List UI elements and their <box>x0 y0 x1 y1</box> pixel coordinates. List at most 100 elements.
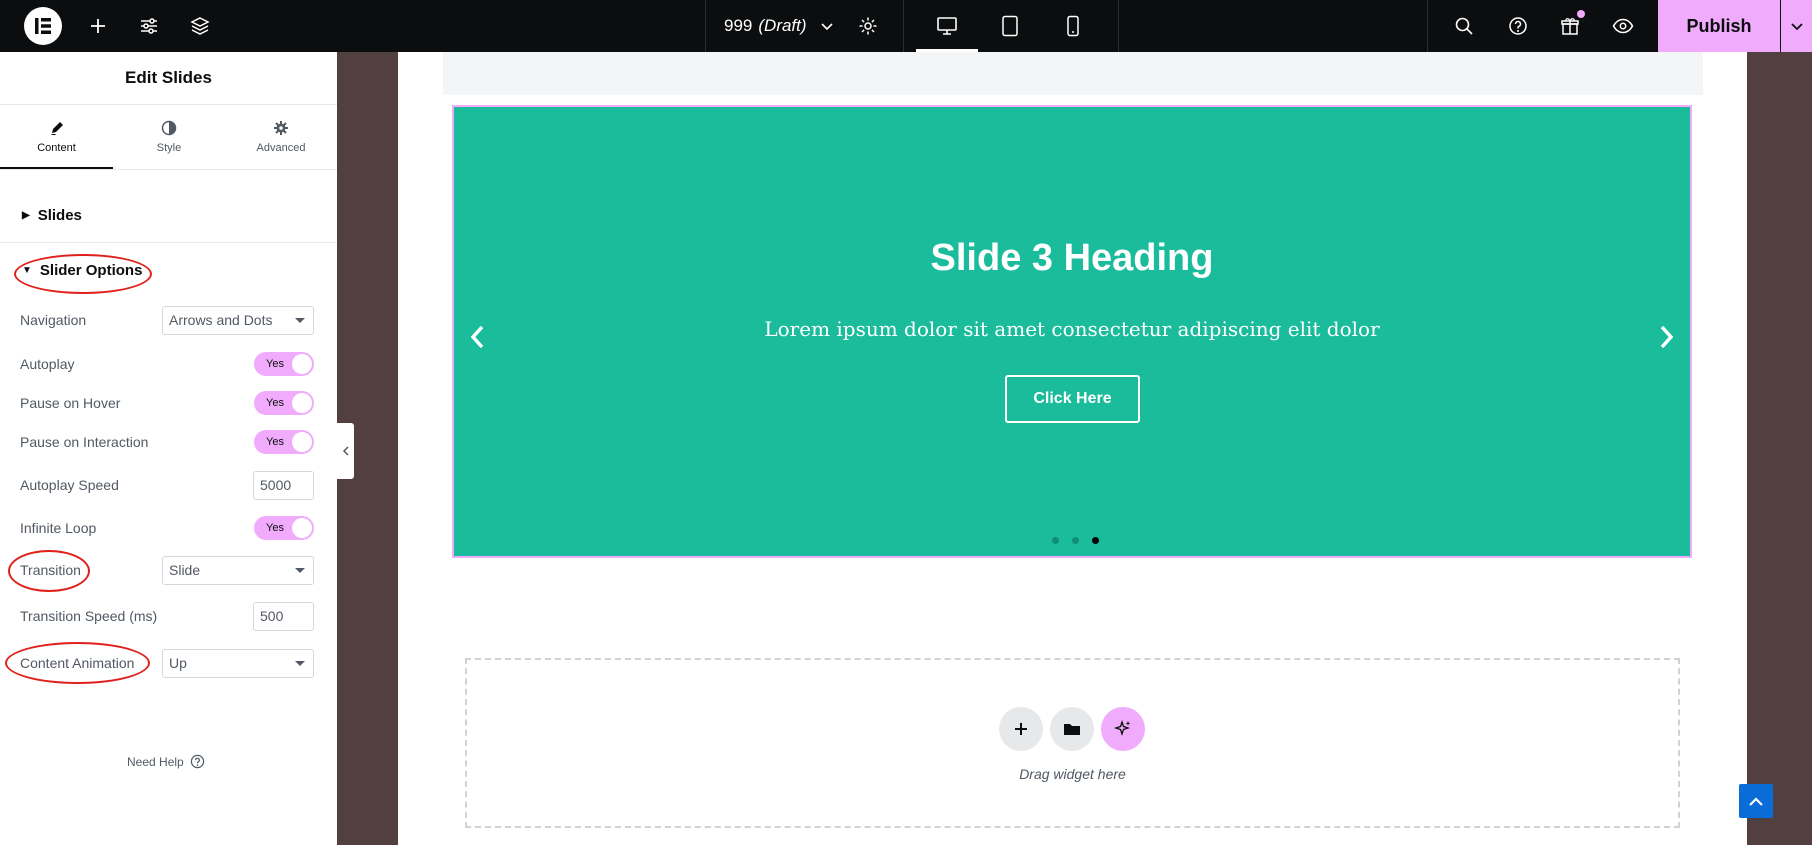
select-value: Arrows and Dots <box>169 312 273 328</box>
elementor-logo-icon[interactable] <box>24 7 62 45</box>
desktop-view-icon[interactable] <box>916 0 978 52</box>
control-pause-on-hover: Pause on Hover Yes <box>20 388 314 418</box>
content-animation-select[interactable]: Up <box>162 648 314 678</box>
toggle-label: Yes <box>266 522 284 534</box>
search-icon[interactable] <box>1451 0 1477 52</box>
template-library-folder-icon[interactable] <box>1050 707 1094 751</box>
pause-on-hover-toggle[interactable]: Yes <box>254 391 314 415</box>
document-status: (Draft) <box>758 16 807 35</box>
prev-arrow-icon[interactable] <box>464 317 492 357</box>
dropdown-arrow-icon <box>295 317 305 323</box>
slide-cta-button[interactable]: Click Here <box>1005 375 1140 423</box>
publish-button[interactable]: Publish <box>1658 0 1780 52</box>
control-navigation: Navigation Arrows and Dots <box>20 305 314 335</box>
scroll-to-top-icon[interactable] <box>1739 784 1773 818</box>
divider <box>0 169 337 170</box>
toggle-label: Yes <box>266 358 284 370</box>
half-circle-icon <box>161 120 177 136</box>
dropdown-arrow-icon <box>295 660 305 666</box>
control-content-animation: Content Animation Up <box>20 648 314 678</box>
tab-label: Style <box>156 142 182 154</box>
navigation-select[interactable]: Arrows and Dots <box>162 305 314 335</box>
control-label: Pause on Interaction <box>20 434 149 450</box>
control-infinite-loop: Infinite Loop Yes <box>20 513 314 543</box>
control-autoplay-speed: Autoplay Speed 5000 <box>20 470 314 500</box>
divider <box>1118 0 1119 52</box>
document-title[interactable]: 999 (Draft) <box>724 0 835 52</box>
control-label: Transition <box>20 562 81 578</box>
control-transition-speed: Transition Speed (ms) 500 <box>20 601 314 631</box>
control-label: Autoplay Speed <box>20 477 119 493</box>
toggle-label: Yes <box>266 436 284 448</box>
notification-dot <box>1577 10 1585 18</box>
caret-down-icon: ▼ <box>22 264 32 276</box>
site-settings-icon[interactable] <box>134 0 164 52</box>
collapse-panel-chevron-icon[interactable] <box>337 423 354 479</box>
toggle-knob <box>292 518 312 538</box>
control-transition: Transition Slide <box>20 555 314 585</box>
pagination-dot-3[interactable] <box>1092 537 1099 544</box>
tab-content[interactable]: Content <box>0 105 113 169</box>
need-help-link[interactable]: Need Help <box>127 754 205 769</box>
section-slider-options[interactable]: ▼ Slider Options <box>0 259 337 281</box>
pagination-dot-2[interactable] <box>1072 537 1079 544</box>
pencil-icon <box>51 122 63 135</box>
mobile-view-icon[interactable] <box>1063 0 1083 52</box>
preview-eye-icon[interactable] <box>1610 0 1636 52</box>
select-value: Up <box>169 655 187 671</box>
pagination-dot-1[interactable] <box>1052 537 1059 544</box>
help-icon <box>190 754 204 769</box>
control-autoplay: Autoplay Yes <box>20 349 314 379</box>
control-label: Autoplay <box>20 356 75 372</box>
document-name: 999 <box>724 16 753 35</box>
layers-icon[interactable] <box>185 0 215 52</box>
section-slides-label: Slides <box>37 206 82 224</box>
autoplay-toggle[interactable]: Yes <box>254 352 314 376</box>
autoplay-speed-input[interactable]: 5000 <box>253 470 314 500</box>
dropdown-arrow-icon <box>295 567 305 573</box>
slide-description: Lorem ipsum dolor sit amet consectetur a… <box>764 317 1380 341</box>
transition-select[interactable]: Slide <box>162 555 314 585</box>
ai-sparkle-icon[interactable] <box>1101 707 1145 751</box>
drag-widget-hint: Drag widget here <box>1019 766 1126 782</box>
header-section[interactable] <box>443 52 1703 95</box>
caret-right-icon: ▶ <box>22 209 30 221</box>
slides-widget[interactable]: Slide 3 Heading Lorem ipsum dolor sit am… <box>452 105 1692 558</box>
pause-on-interaction-toggle[interactable]: Yes <box>254 430 314 454</box>
add-section-plus-icon[interactable] <box>999 707 1043 751</box>
control-label: Infinite Loop <box>20 520 97 536</box>
tablet-view-icon[interactable] <box>1000 0 1020 52</box>
select-value: Slide <box>169 562 201 578</box>
need-help-label: Need Help <box>127 754 184 769</box>
control-label: Content Animation <box>20 655 135 671</box>
infinite-loop-toggle[interactable]: Yes <box>254 516 314 540</box>
next-arrow-icon[interactable] <box>1652 317 1680 357</box>
section-slides[interactable]: ▶ Slides <box>0 204 337 226</box>
control-label: Pause on Hover <box>20 395 121 411</box>
divider <box>0 242 337 243</box>
empty-section-dropzone[interactable]: Drag widget here <box>465 658 1680 828</box>
gear-icon <box>274 121 288 135</box>
page-settings-gear-icon[interactable] <box>853 0 883 52</box>
toggle-knob <box>292 354 312 374</box>
tab-style[interactable]: Style <box>113 105 225 169</box>
tab-label: Content <box>37 142 76 154</box>
section-slider-options-label: Slider Options <box>39 261 143 279</box>
publish-options-chevron-icon[interactable] <box>1781 0 1812 52</box>
tab-advanced[interactable]: Advanced <box>225 105 337 169</box>
whats-new-gift-icon[interactable] <box>1557 0 1583 52</box>
help-icon[interactable] <box>1505 0 1531 52</box>
tab-label: Advanced <box>256 142 306 154</box>
chevron-down-icon <box>820 23 833 31</box>
transition-speed-input[interactable]: 500 <box>253 601 314 631</box>
editor-panel: Edit Slides Content Style Advanced ▶ Sli… <box>0 52 337 845</box>
toggle-knob <box>292 432 312 452</box>
control-pause-on-interaction: Pause on Interaction Yes <box>20 427 314 457</box>
divider <box>705 0 706 52</box>
toggle-knob <box>292 393 312 413</box>
control-label: Transition Speed (ms) <box>20 608 158 624</box>
divider <box>1427 0 1428 52</box>
slide-heading: Slide 3 Heading <box>930 237 1214 279</box>
panel-title: Edit Slides <box>0 52 337 105</box>
add-element-icon[interactable] <box>83 0 113 52</box>
